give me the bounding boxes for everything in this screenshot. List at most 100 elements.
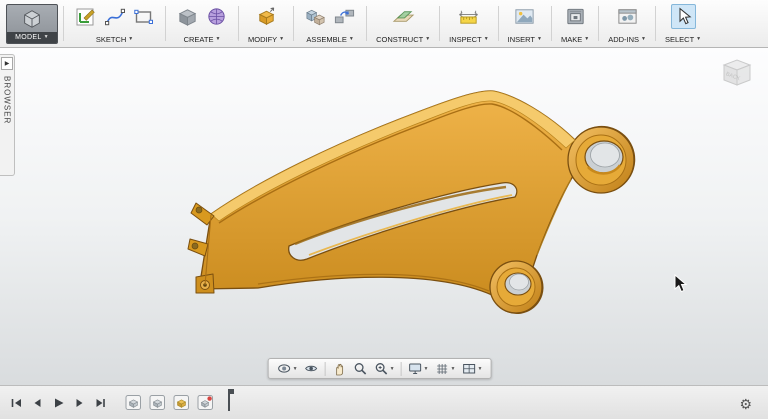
chevron-down-icon: ▼	[477, 366, 482, 372]
model-workspace-icon	[7, 5, 57, 32]
ribbon-divider	[293, 6, 294, 41]
chevron-down-icon: ▼	[215, 37, 220, 42]
step-back-icon	[30, 396, 44, 410]
insert-menu[interactable]: INSERT▼	[508, 35, 542, 44]
viewports-icon	[461, 361, 476, 376]
select-cursor-icon	[673, 6, 694, 27]
ribbon-group-create: CREATE▼	[168, 0, 236, 47]
fit-button[interactable]: ▼	[372, 360, 397, 377]
sketch-tools	[73, 3, 156, 30]
3d-print-button[interactable]	[563, 4, 588, 29]
timeline-position-marker[interactable]	[224, 387, 236, 418]
chevron-down-icon: ▼	[390, 366, 395, 372]
scripts-addins-icon	[616, 5, 639, 28]
3d-print-icon	[564, 5, 587, 28]
viewports-button[interactable]: ▼	[459, 360, 484, 377]
insert-image-button[interactable]	[512, 4, 537, 29]
viewport-canvas[interactable]: ▶ BROWSER BACK ▼	[0, 48, 768, 385]
select-button[interactable]	[671, 4, 696, 29]
step-forward-icon	[72, 396, 86, 410]
chevron-down-icon: ▼	[128, 37, 133, 42]
create-menu-label: CREATE	[184, 35, 214, 44]
addins-menu[interactable]: ADD-INS▼	[608, 35, 646, 44]
ribbon-group-sketch: SKETCH▼	[66, 0, 163, 47]
step-forward-button[interactable]	[71, 395, 87, 411]
play-icon	[51, 396, 65, 410]
modify-menu[interactable]: MODIFY▼	[248, 35, 284, 44]
navigation-toolbar: ▼ ▼ ▼ ▼	[268, 358, 492, 379]
chevron-down-icon: ▼	[484, 37, 489, 42]
look-at-icon	[304, 361, 319, 376]
select-tools	[671, 3, 696, 30]
inspect-menu-label: INSPECT	[449, 35, 482, 44]
press-pull-button[interactable]	[254, 4, 279, 29]
ribbon-divider	[655, 6, 656, 41]
chevron-down-icon: ▼	[584, 37, 589, 42]
assemble-menu[interactable]: ASSEMBLE▼	[306, 35, 353, 44]
workspace-label: MODEL▼	[7, 32, 57, 43]
go-to-start-icon	[9, 396, 23, 410]
sketch-menu[interactable]: SKETCH▼	[96, 35, 133, 44]
scripts-addins-button[interactable]	[615, 4, 640, 29]
extrude-button[interactable]	[175, 4, 200, 29]
ribbon-group-select: SELECT▼	[658, 0, 708, 47]
spline-tool-button[interactable]	[102, 4, 127, 29]
measure-button[interactable]	[456, 4, 481, 29]
grid-snaps-button[interactable]: ▼	[433, 360, 458, 377]
workspace-name: MODEL	[15, 34, 41, 41]
timeline-feature-3[interactable]	[172, 394, 190, 412]
ribbon-toolbar: MODEL▼ SKETCH▼	[0, 0, 768, 48]
create-menu[interactable]: CREATE▼	[184, 35, 221, 44]
select-menu[interactable]: SELECT▼	[665, 35, 701, 44]
feature-icon	[149, 394, 166, 411]
play-button[interactable]	[50, 395, 66, 411]
chevron-down-icon: ▼	[293, 366, 298, 372]
make-menu[interactable]: MAKE▼	[561, 35, 589, 44]
timeline-features	[124, 387, 236, 418]
grid-icon	[435, 361, 450, 376]
timeline-feature-4[interactable]	[196, 394, 214, 412]
model-3d-swingarm[interactable]	[0, 48, 768, 385]
construct-tools	[391, 3, 416, 30]
create-sketch-button[interactable]	[73, 4, 98, 29]
chevron-down-icon: ▼	[641, 37, 646, 42]
two-point-rectangle-icon	[133, 6, 155, 28]
press-pull-icon	[255, 5, 278, 28]
insert-menu-label: INSERT	[508, 35, 535, 44]
construct-menu[interactable]: CONSTRUCT▼	[376, 35, 430, 44]
construction-plane-icon	[392, 5, 415, 28]
go-to-start-button[interactable]	[8, 395, 24, 411]
addins-menu-label: ADD-INS	[608, 35, 639, 44]
pan-button[interactable]	[330, 360, 349, 377]
feature-icon	[197, 394, 214, 411]
form-button[interactable]	[204, 4, 229, 29]
display-settings-icon	[408, 361, 423, 376]
timeline-feature-1[interactable]	[124, 394, 142, 412]
new-component-button[interactable]	[303, 4, 328, 29]
zoom-button[interactable]	[351, 360, 370, 377]
inspect-menu[interactable]: INSPECT▼	[449, 35, 488, 44]
addins-tools	[615, 3, 640, 30]
display-settings-button[interactable]: ▼	[406, 360, 431, 377]
joint-icon	[333, 5, 356, 28]
chevron-down-icon: ▼	[451, 366, 456, 372]
joint-button[interactable]	[332, 4, 357, 29]
sketch-menu-label: SKETCH	[96, 35, 126, 44]
browser-expand-icon[interactable]: ▶	[1, 57, 13, 70]
timeline-feature-2[interactable]	[148, 394, 166, 412]
view-cube[interactable]: BACK	[716, 52, 758, 94]
construction-plane-button[interactable]	[391, 4, 416, 29]
insert-image-icon	[513, 5, 536, 28]
timeline-playback-controls	[0, 395, 116, 411]
step-back-button[interactable]	[29, 395, 45, 411]
rectangle-tool-button[interactable]	[131, 4, 156, 29]
look-at-button[interactable]	[302, 360, 321, 377]
workspace-selector[interactable]: MODEL▼	[6, 4, 58, 44]
orbit-button[interactable]: ▼	[275, 360, 300, 377]
browser-panel-collapsed[interactable]: ▶ BROWSER	[0, 54, 15, 176]
chevron-down-icon: ▼	[279, 37, 284, 42]
go-to-end-button[interactable]	[92, 395, 108, 411]
gear-icon[interactable]: ⚙	[739, 397, 752, 411]
insert-tools	[512, 3, 537, 30]
ribbon-group-addins: ADD-INS▼	[601, 0, 653, 47]
